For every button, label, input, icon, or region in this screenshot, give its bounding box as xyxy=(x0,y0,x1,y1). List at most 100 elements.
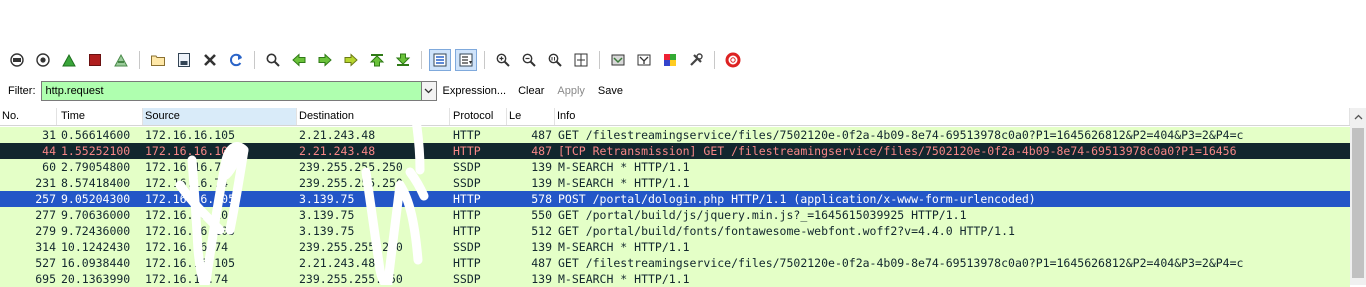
packet-info: GET /portal/build/js/jquery.min.js?_=164… xyxy=(558,208,967,222)
stop-capture-button[interactable] xyxy=(84,49,106,71)
save-filter-button[interactable]: Save xyxy=(598,85,623,97)
colorize-button[interactable] xyxy=(429,49,451,71)
apply-button[interactable]: Apply xyxy=(557,85,585,97)
toolbar-separator xyxy=(139,51,140,69)
capture-filters-icon xyxy=(611,54,625,66)
capture-filters-button[interactable] xyxy=(607,49,629,71)
column-header-length[interactable]: Le xyxy=(507,108,555,125)
capture-options-button[interactable] xyxy=(32,49,54,71)
preferences-icon xyxy=(690,53,703,66)
packet-source: 172.16.16.74 xyxy=(145,160,229,174)
coloring-rules-button[interactable] xyxy=(659,49,681,71)
packet-list-header: No. Time Source Destination Protocol Le … xyxy=(0,108,1350,126)
packet-row[interactable]: 277 9.70636000 172.16.16.105 3.139.75 HTTP 55… xyxy=(0,207,1350,223)
autoscroll-button[interactable] xyxy=(455,49,477,71)
packet-source: 172.16.16.105 xyxy=(145,128,236,142)
packet-info: M-SEARCH * HTTP/1.1 xyxy=(558,240,690,254)
packet-source: 172.16.16.105 xyxy=(145,192,236,206)
go-back-icon xyxy=(292,53,306,67)
packet-no: 31 xyxy=(42,128,56,142)
toolbar-separator xyxy=(421,51,422,69)
find-packet-button[interactable] xyxy=(262,49,284,71)
colorize-icon xyxy=(433,53,447,67)
packet-no: 231 xyxy=(35,176,56,190)
packet-source: 172.16.16.105 xyxy=(145,224,236,238)
packet-protocol: HTTP xyxy=(453,224,481,238)
column-header-time[interactable]: Time xyxy=(57,108,143,125)
go-to-packet-icon xyxy=(344,53,358,67)
display-filter-input[interactable] xyxy=(40,81,422,101)
packet-protocol: SSDP xyxy=(453,240,481,254)
display-filters-icon xyxy=(637,54,651,66)
packet-row[interactable]: 44 1.55252100 172.16.16.105 2.21.243.48 HTTP… xyxy=(0,143,1350,159)
go-first-icon xyxy=(369,54,385,67)
expression-button[interactable]: Expression... xyxy=(443,85,507,97)
packet-length: 139 xyxy=(531,176,552,190)
normal-size-button[interactable] xyxy=(544,49,566,71)
preferences-button[interactable] xyxy=(685,49,707,71)
packet-no: 277 xyxy=(35,208,56,222)
packet-no: 314 xyxy=(35,240,56,254)
scrollbar-thumb[interactable] xyxy=(1352,128,1364,278)
packet-row[interactable]: 257 9.05204300 172.16.16.105 3.139.75 HTTP 57… xyxy=(0,191,1350,207)
go-forward-icon xyxy=(318,53,332,67)
packet-destination: 2.21.243.48 xyxy=(299,144,376,158)
start-capture-button[interactable] xyxy=(58,49,80,71)
column-header-source[interactable]: Source xyxy=(143,108,297,125)
packet-protocol: HTTP xyxy=(453,256,481,270)
restart-capture-button[interactable] xyxy=(110,49,132,71)
close-file-icon xyxy=(204,54,216,66)
zoom-in-button[interactable] xyxy=(492,49,514,71)
resize-columns-button[interactable] xyxy=(570,49,592,71)
filter-history-dropdown[interactable] xyxy=(421,81,437,101)
save-file-button[interactable] xyxy=(173,49,195,71)
packet-no: 44 xyxy=(42,144,56,158)
packet-row[interactable]: 527 16.0938440 172.16.16.105 2.21.243.48 HTT… xyxy=(0,255,1350,271)
packet-destination: 2.21.243.48 xyxy=(299,256,376,270)
go-last-icon xyxy=(395,53,411,66)
packet-info: [TCP Retransmission] GET /filestreamings… xyxy=(558,144,1237,158)
packet-source: 172.16.16.74 xyxy=(145,240,229,254)
packet-destination: 2.21.243.48 xyxy=(299,128,376,142)
go-back-button[interactable] xyxy=(288,49,310,71)
display-filters-button[interactable] xyxy=(633,49,655,71)
open-file-button[interactable] xyxy=(147,49,169,71)
go-last-button[interactable] xyxy=(392,49,414,71)
reload-icon xyxy=(229,53,242,67)
go-forward-button[interactable] xyxy=(314,49,336,71)
packet-protocol: SSDP xyxy=(453,176,481,190)
zoom-out-button[interactable] xyxy=(518,49,540,71)
packet-length: 550 xyxy=(531,208,552,222)
packet-row[interactable]: 31 0.56614600 172.16.16.105 2.21.243.48 HTTP… xyxy=(0,127,1350,143)
filter-label: Filter: xyxy=(8,85,36,97)
packet-info: GET /portal/build/fonts/fontawesome-webf… xyxy=(558,224,1015,238)
help-button[interactable] xyxy=(722,49,744,71)
column-header-destination[interactable]: Destination xyxy=(297,108,450,125)
packet-time: 9.05204300 xyxy=(61,192,131,206)
packet-info: M-SEARCH * HTTP/1.1 xyxy=(558,176,690,190)
packet-time: 2.79054800 xyxy=(61,160,131,174)
packet-row[interactable]: 231 8.57418400 172.16.16.74 239.255.255.250… xyxy=(0,175,1350,191)
packet-row[interactable]: 314 10.1242430 172.16.16.74 239.255.255.250… xyxy=(0,239,1350,255)
go-first-button[interactable] xyxy=(366,49,388,71)
close-file-button[interactable] xyxy=(199,49,221,71)
chevron-down-icon xyxy=(424,88,433,94)
packet-list: 31 0.56614600 172.16.16.105 2.21.243.48 HTTP… xyxy=(0,127,1350,287)
packet-protocol: HTTP xyxy=(453,192,481,206)
column-header-info[interactable]: Info xyxy=(555,108,1350,125)
filter-bar: Filter: Expression... Clear Apply Save xyxy=(0,80,1366,102)
packet-row[interactable]: 279 9.72436000 172.16.16.105 3.139.75 HTTP 51… xyxy=(0,223,1350,239)
help-icon xyxy=(725,52,741,68)
column-header-no[interactable]: No. xyxy=(0,108,57,125)
packet-length: 578 xyxy=(531,192,552,206)
interface-list-button[interactable] xyxy=(6,49,28,71)
packet-row[interactable]: 60 2.79054800 172.16.16.74 239.255.255.250 S… xyxy=(0,159,1350,175)
reload-button[interactable] xyxy=(225,49,247,71)
packet-no: 279 xyxy=(35,224,56,238)
scroll-up-button[interactable] xyxy=(1350,108,1366,125)
packet-list-scrollbar[interactable] xyxy=(1350,108,1366,285)
column-header-protocol[interactable]: Protocol xyxy=(450,108,507,125)
clear-button[interactable]: Clear xyxy=(518,85,544,97)
go-to-packet-button[interactable] xyxy=(340,49,362,71)
packet-length: 139 xyxy=(531,160,552,174)
